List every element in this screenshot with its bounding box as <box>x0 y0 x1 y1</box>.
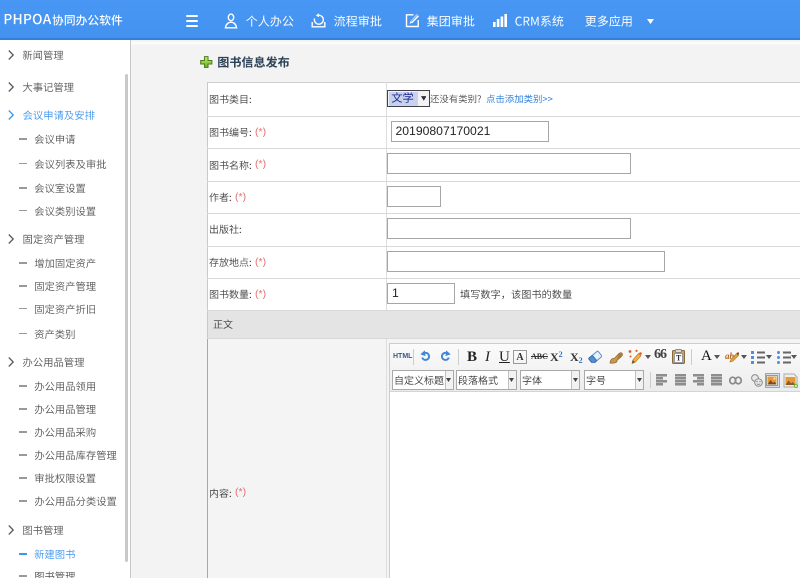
svg-text:T: T <box>676 354 682 363</box>
